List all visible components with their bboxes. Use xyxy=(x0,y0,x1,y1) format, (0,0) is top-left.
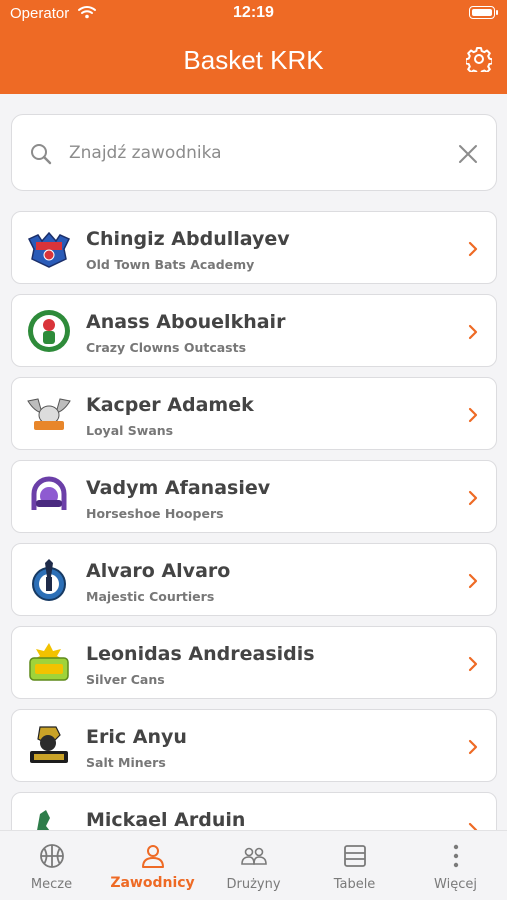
player-team: Horseshoe Hoopers xyxy=(86,506,224,521)
person-icon xyxy=(142,845,164,868)
player-name: Leonidas Andreasidis xyxy=(86,643,315,665)
tab-wiecej[interactable]: Więcej xyxy=(405,831,506,900)
tab-label: Tabele xyxy=(333,877,376,892)
tab-druzyny[interactable]: Drużyny xyxy=(203,831,304,900)
chevron-right-icon xyxy=(468,739,478,755)
tab-bar: Mecze Zawodnicy Drużyny Tabele Więcej xyxy=(0,830,507,900)
tab-label: Zawodnicy xyxy=(110,875,195,891)
tab-zawodnicy[interactable]: Zawodnicy xyxy=(102,831,203,900)
player-team: Loyal Swans xyxy=(86,423,174,438)
app-header: Operator 12:19 Basket KRK xyxy=(0,0,507,94)
majestic-courtiers-logo-icon xyxy=(32,559,66,601)
player-row[interactable]: Leonidas Andreasidis Silver Cans xyxy=(11,626,497,699)
player-row[interactable]: Eric Anyu Salt Miners xyxy=(11,709,497,782)
player-row[interactable]: Chingiz Abdullayev Old Town Bats Academy xyxy=(11,211,497,284)
player-team: Old Town Bats Academy xyxy=(86,257,255,272)
chevron-right-icon xyxy=(468,407,478,423)
player-name: Chingiz Abdullayev xyxy=(86,228,290,250)
people-icon xyxy=(241,847,267,865)
search-input[interactable] xyxy=(69,137,439,169)
battery-icon xyxy=(469,6,498,19)
player-team: Crazy Clowns Outcasts xyxy=(86,340,247,355)
player-row[interactable]: Kacper Adamek Loyal Swans xyxy=(11,377,497,450)
player-team: Majestic Courtiers xyxy=(86,589,215,604)
player-name: Alvaro Alvaro xyxy=(86,560,231,582)
player-list: Chingiz Abdullayev Old Town Bats Academy… xyxy=(11,211,497,830)
player-name: Kacper Adamek xyxy=(86,394,254,416)
close-icon[interactable] xyxy=(458,144,478,164)
gear-icon[interactable] xyxy=(466,46,492,72)
salt-miners-logo-icon xyxy=(30,726,68,763)
loyal-swans-logo-icon xyxy=(27,398,71,430)
chevron-right-icon xyxy=(468,656,478,672)
chevron-right-icon xyxy=(468,490,478,506)
search-icon xyxy=(31,144,52,165)
chevron-right-icon xyxy=(468,573,478,589)
silver-cans-logo-icon xyxy=(29,643,69,681)
player-row[interactable]: Vadym Afanasiev Horseshoe Hoopers xyxy=(11,460,497,533)
status-time: 12:19 xyxy=(233,4,274,21)
tab-mecze[interactable]: Mecze xyxy=(1,831,102,900)
horseshoe-hoopers-logo-icon xyxy=(31,476,67,510)
tab-label: Mecze xyxy=(30,877,73,892)
player-row[interactable]: Alvaro Alvaro Majestic Courtiers xyxy=(11,543,497,616)
team-logo-icon xyxy=(37,810,50,830)
player-row[interactable]: Anass Abouelkhair Crazy Clowns Outcasts xyxy=(11,294,497,367)
chevron-right-icon xyxy=(468,324,478,340)
player-name: Anass Abouelkhair xyxy=(86,311,286,333)
player-team: Silver Cans xyxy=(86,672,165,687)
chevron-right-icon xyxy=(468,241,478,257)
page-title: Basket KRK xyxy=(183,45,324,75)
more-vertical-icon xyxy=(453,844,459,868)
player-name: Eric Anyu xyxy=(86,726,187,748)
player-row[interactable]: Mickael Arduin xyxy=(11,792,497,830)
chevron-right-icon xyxy=(468,822,478,830)
search-bar xyxy=(11,114,497,191)
basketball-icon xyxy=(40,844,64,868)
crazy-clowns-logo-icon xyxy=(28,310,70,352)
tab-label: Drużyny xyxy=(226,877,281,892)
tab-tabele[interactable]: Tabele xyxy=(304,831,405,900)
player-name: Vadym Afanasiev xyxy=(86,477,271,499)
status-bar: Operator 12:19 xyxy=(0,0,507,28)
table-icon xyxy=(344,845,366,867)
player-team: Salt Miners xyxy=(86,755,166,770)
player-name: Mickael Arduin xyxy=(86,809,246,830)
old-town-bats-logo-icon xyxy=(27,231,71,268)
tab-label: Więcej xyxy=(434,877,477,892)
